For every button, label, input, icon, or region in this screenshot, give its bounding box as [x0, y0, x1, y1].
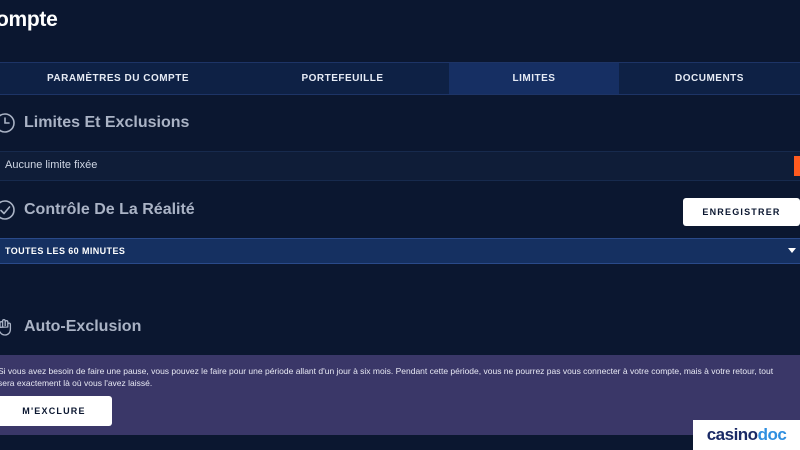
limit-status-text: Aucune limite fixée [5, 159, 98, 171]
limits-title: Limites Et Exclusions [24, 114, 190, 131]
account-tabs: PARAMÈTRES DU COMPTE PORTEFEUILLE LIMITE… [0, 62, 800, 95]
tab-limits[interactable]: LIMITES [449, 63, 619, 94]
self-exclusion-panel: Si vous avez besoin de faire une pause, … [0, 355, 800, 435]
self-exclusion-title: Auto-Exclusion [24, 318, 142, 335]
check-circle-icon [0, 199, 16, 221]
clock-icon [0, 112, 16, 134]
limit-status-row: Aucune limite fixée [0, 151, 800, 181]
limits-section-header: Limites Et Exclusions [0, 112, 189, 134]
self-exclusion-description: Si vous avez besoin de faire une pause, … [0, 366, 774, 388]
limit-edit-tab[interactable] [794, 156, 800, 176]
reality-title: Contrôle De La Réalité [24, 201, 195, 218]
tab-wallet[interactable]: PORTEFEUILLE [236, 63, 449, 94]
tab-documents[interactable]: DOCUMENTS [619, 63, 800, 94]
bottom-strip [0, 435, 800, 450]
reality-check-select[interactable]: TOUTES LES 60 MINUTES [0, 238, 800, 264]
save-button[interactable]: ENREGISTRER [683, 198, 800, 226]
reality-section-header: Contrôle De La Réalité [0, 199, 195, 221]
page-title: ompte [0, 8, 58, 31]
account-page: ompte PARAMÈTRES DU COMPTE PORTEFEUILLE … [0, 0, 800, 450]
self-exclusion-section-header: Auto-Exclusion [0, 316, 141, 338]
hand-icon [0, 316, 16, 338]
casinodoc-watermark: casino doc [693, 420, 800, 450]
reality-check-selected-value: TOUTES LES 60 MINUTES [5, 246, 126, 256]
chevron-down-icon [788, 248, 796, 253]
self-exclude-button[interactable]: M'EXCLURE [0, 396, 112, 426]
watermark-part2: doc [757, 425, 787, 444]
watermark-part1: casino [706, 425, 758, 444]
tab-account-settings[interactable]: PARAMÈTRES DU COMPTE [0, 63, 236, 94]
